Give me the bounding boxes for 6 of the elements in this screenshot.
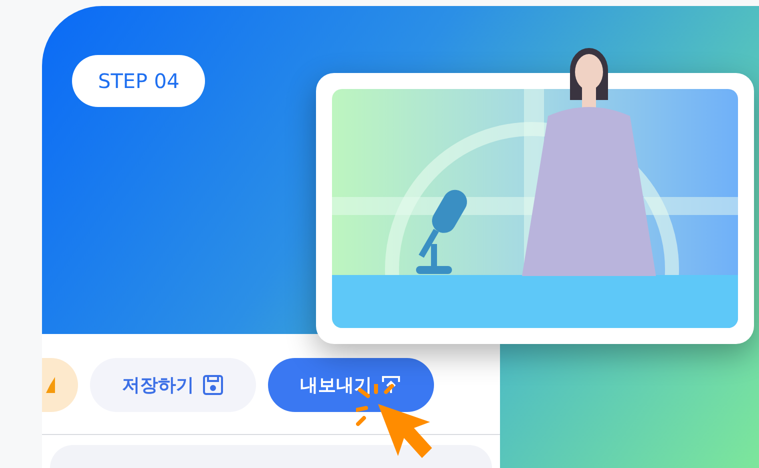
upload-icon bbox=[380, 374, 402, 396]
shape-icon bbox=[46, 377, 56, 393]
save-button[interactable]: 저장하기 bbox=[90, 358, 256, 412]
save-icon bbox=[202, 374, 224, 396]
export-button[interactable]: 내보내기 bbox=[268, 358, 434, 412]
step-badge: STEP 04 bbox=[72, 55, 206, 107]
